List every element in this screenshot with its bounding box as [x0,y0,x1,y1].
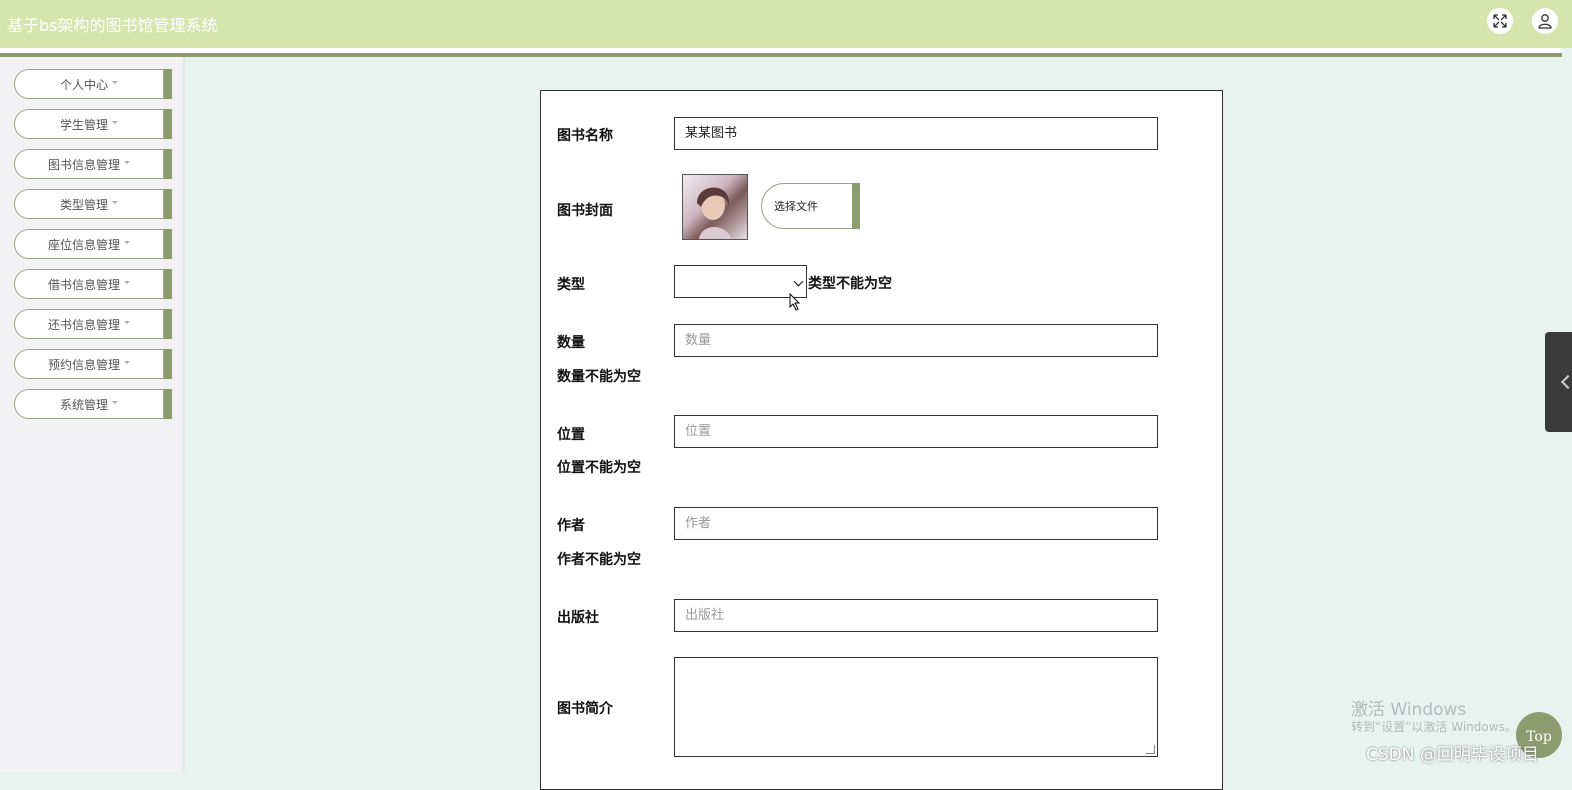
location-label: 位置 [557,427,585,443]
caret-down-icon [112,200,118,204]
caret-down-icon [112,120,118,124]
sidebar-item-label: 还书信息管理 [47,317,120,332]
choose-file-button[interactable]: 选择文件 [761,183,853,229]
caret-down-icon [124,160,130,164]
sidebar-item-accent [164,189,172,219]
sidebar-item-label: 类型管理 [59,197,108,212]
author-error: 作者不能为空 [557,552,641,568]
sidebar-item-accent [164,229,172,259]
user-icon [1538,14,1552,29]
sidebar-item-label: 借书信息管理 [47,277,120,292]
sidebar-item-accent [164,109,172,139]
location-input[interactable]: 位置 [674,415,1158,448]
sidebar-item-personal-center[interactable]: 个人中心 [14,69,164,99]
portrait-image [697,187,731,239]
book-form: 图书名称 某某图书 图书封面 选择文件 类型 类型不能为空 数量 数量 数量不能… [540,90,1223,790]
intro-textarea[interactable] [674,657,1158,757]
chevron-left-icon [1560,374,1572,390]
author-label: 作者 [557,518,585,534]
windows-activation-hint: 转到“设置”以激活 Windows。 [1351,720,1517,734]
expand-icon [1493,14,1507,28]
sidebar-item-books[interactable]: 图书信息管理 [14,149,164,179]
sidebar-item-reservation[interactable]: 预约信息管理 [14,349,164,379]
right-panel-toggle[interactable] [1545,332,1572,432]
sidebar-item-label: 学生管理 [59,117,108,132]
caret-down-icon [112,400,118,404]
windows-activation-watermark: 激活 Windows [1351,700,1467,720]
sidebar-item-seats[interactable]: 座位信息管理 [14,229,164,259]
sidebar-item-label: 个人中心 [59,77,108,92]
location-error: 位置不能为空 [557,460,641,476]
csdn-watermark: CSDN @回明毕设项目 [1366,745,1539,765]
sidebar-item-label: 系统管理 [59,397,108,412]
user-button[interactable] [1532,8,1558,34]
sidebar-item-label: 预约信息管理 [47,357,120,372]
sidebar-item-accent [164,269,172,299]
quantity-input[interactable]: 数量 [674,324,1158,357]
sidebar-item-return[interactable]: 还书信息管理 [14,309,164,339]
book-name-input[interactable]: 某某图书 [674,117,1158,150]
sidebar-item-accent [164,149,172,179]
sidebar-item-borrow[interactable]: 借书信息管理 [14,269,164,299]
chevron-down-icon [793,276,804,287]
sidebar-item-accent [164,309,172,339]
sidebar-item-accent [164,389,172,419]
author-input[interactable]: 作者 [674,507,1158,540]
sidebar-item-label: 座位信息管理 [47,237,120,252]
caret-down-icon [124,240,130,244]
fullscreen-button[interactable] [1487,8,1513,34]
cover-label: 图书封面 [557,203,613,219]
sidebar-item-label: 图书信息管理 [47,157,120,172]
cover-preview-image [682,174,748,240]
publisher-label: 出版社 [557,610,599,626]
quantity-label: 数量 [557,335,585,351]
caret-down-icon [124,360,130,364]
resize-grip-icon[interactable] [1146,745,1155,754]
mouse-cursor-icon [789,293,801,311]
quantity-error: 数量不能为空 [557,369,641,385]
caret-down-icon [124,320,130,324]
sidebar: 个人中心 学生管理 图书信息管理 类型管理 座位信息管理 借书信息管理 还书信息… [0,57,185,772]
sidebar-item-accent [164,69,172,99]
app-title: 基于bs架构的图书馆管理系统 [7,16,218,35]
choose-file-accent [852,183,860,229]
top-header: 基于bs架构的图书馆管理系统 [0,0,1572,48]
header-divider-accent [0,53,1562,57]
caret-down-icon [112,80,118,84]
type-label: 类型 [557,277,585,293]
book-name-label: 图书名称 [557,128,613,144]
intro-label: 图书简介 [557,701,613,717]
type-select[interactable] [674,265,807,298]
publisher-input[interactable]: 出版社 [674,599,1158,632]
choose-file-label: 选择文件 [774,200,818,213]
sidebar-item-types[interactable]: 类型管理 [14,189,164,219]
type-error: 类型不能为空 [808,276,892,292]
sidebar-item-accent [164,349,172,379]
sidebar-item-students[interactable]: 学生管理 [14,109,164,139]
sidebar-item-system[interactable]: 系统管理 [14,389,164,419]
caret-down-icon [124,280,130,284]
